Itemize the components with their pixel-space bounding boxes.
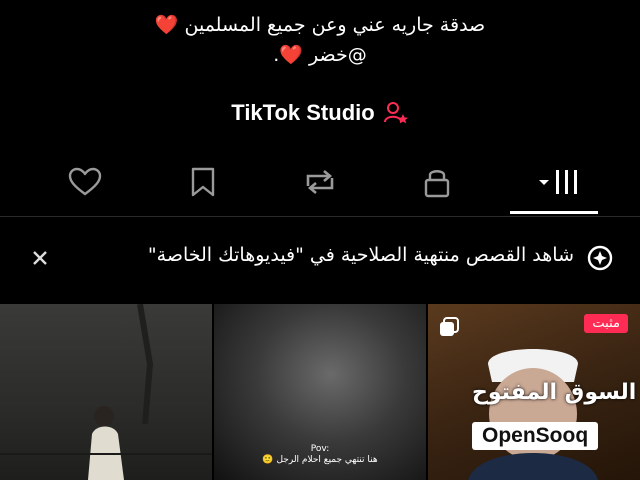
bio-line-1: صدقة جاريه عني وعن جميع المسلمين ❤️ <box>154 14 486 36</box>
bio-line-2: @خضر ❤️. <box>273 44 367 66</box>
man-kneeling-image <box>0 304 212 480</box>
tiktok-studio-label: TikTok Studio <box>231 100 375 125</box>
tab-reposts[interactable] <box>280 150 360 214</box>
tab-liked[interactable] <box>45 150 125 214</box>
tab-favorites[interactable] <box>163 150 243 214</box>
pov-title: Pov: <box>310 444 330 454</box>
opensooq-watermark-logo: OpenSooq <box>472 422 599 450</box>
close-button[interactable] <box>28 246 52 270</box>
opensooq-watermark-arabic: السوق المفتوح <box>472 380 637 405</box>
repost-icon <box>306 170 334 194</box>
heart-icon <box>68 167 102 196</box>
profile-tabs <box>0 150 640 216</box>
tab-videos[interactable] <box>510 150 598 214</box>
tab-divider <box>0 216 640 217</box>
pov-caption: Pov: هنا تنتهي جميع احلام الرجل 🙂 <box>214 444 426 466</box>
grid-icon <box>539 170 577 194</box>
photo-carousel-icon <box>438 316 460 338</box>
lock-icon <box>424 170 450 198</box>
profile-bio: صدقة جاريه عني وعن جميع المسلمين ❤️ @خضر… <box>0 10 640 70</box>
tab-private[interactable] <box>397 150 477 214</box>
person-star-icon <box>383 102 408 124</box>
video-thumbnail-2[interactable]: Pov: هنا تنتهي جميع احلام الرجل 🙂 <box>214 304 426 480</box>
pinned-badge: مثبت <box>584 314 628 333</box>
video-thumbnail-1[interactable] <box>0 304 212 480</box>
bookmark-icon <box>191 167 215 197</box>
expired-stories-banner[interactable]: شاهد القصص منتهية الصلاحية في "فيديوهاتك… <box>0 228 640 290</box>
stories-icon <box>587 245 613 271</box>
pov-text: هنا تنتهي جميع احلام الرجل 🙂 <box>262 455 378 465</box>
banner-text: شاهد القصص منتهية الصلاحية في "فيديوهاتك… <box>147 244 574 266</box>
close-icon <box>33 251 47 265</box>
tiktok-studio-link[interactable]: TikTok Studio <box>0 96 640 130</box>
